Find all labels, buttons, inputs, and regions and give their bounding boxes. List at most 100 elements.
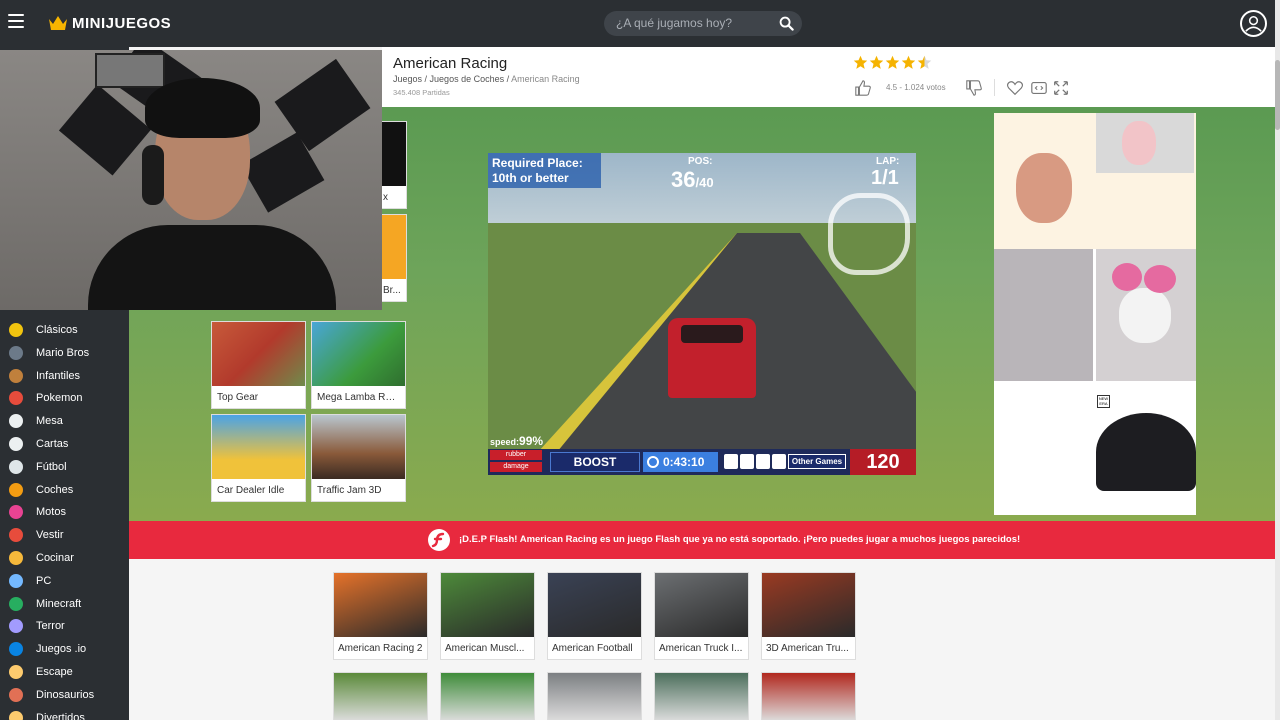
sidebar-item-terror[interactable]: Terror [0, 615, 129, 637]
sidebar-item-pc[interactable]: PC [0, 570, 129, 592]
related-game-card[interactable]: Traffic Jam 3D [311, 414, 406, 502]
user-account-icon[interactable] [1240, 10, 1267, 37]
game-card-label: x [383, 192, 388, 203]
damage-meter: damage [490, 462, 542, 472]
similar-game-card[interactable]: American Muscl... [440, 572, 535, 660]
game-thumbnail [212, 415, 305, 479]
ad-image [1144, 265, 1176, 293]
search-input[interactable] [616, 16, 776, 30]
related-game-card[interactable]: Top Gear [211, 321, 306, 409]
page-scrollbar[interactable] [1275, 0, 1280, 720]
help-icon[interactable] [756, 454, 770, 469]
sidebar-item-cartas[interactable]: Cartas [0, 433, 129, 455]
category-icon [9, 482, 23, 497]
sidebar-item-label: PC [36, 574, 52, 587]
sidebar-item-label: Terror [36, 620, 65, 633]
flash-icon [428, 529, 450, 551]
top-bar: MINIJUEGOS [0, 0, 1280, 47]
embed-code-icon[interactable] [1030, 79, 1048, 97]
sidebar-item-dinosaurios[interactable]: Dinosaurios [0, 684, 129, 706]
similar-game-card[interactable]: 3D American Tru... [761, 572, 856, 660]
position-value: 36/40 [671, 167, 714, 192]
other-games-button[interactable]: Other Games [788, 454, 846, 469]
sound-icon[interactable] [740, 454, 754, 469]
fullscreen-icon[interactable] [1052, 79, 1070, 97]
thumbs-down-icon[interactable] [965, 79, 983, 97]
star-icon[interactable] [917, 55, 932, 70]
category-icon [9, 459, 23, 474]
similar-game-card[interactable]: American Racing 2 [333, 572, 428, 660]
sidebar-item-pokemon[interactable]: Pokemon [0, 387, 129, 409]
game-canvas[interactable]: Required Place: 10th or better POS: 36/4… [488, 153, 916, 475]
category-icon [9, 665, 23, 679]
similar-game-card[interactable] [761, 672, 856, 720]
divider [994, 79, 995, 96]
game-thumbnail [378, 215, 406, 279]
similar-game-card[interactable]: American Football [547, 572, 642, 660]
sidebar-item-motos[interactable]: Motos [0, 501, 129, 523]
star-icon[interactable] [869, 55, 884, 70]
similar-game-card[interactable]: American Truck I... [654, 572, 749, 660]
sidebar-item-label: Clásicos [36, 324, 78, 336]
related-game-card[interactable]: Car Dealer Idle [211, 414, 306, 502]
sidebar-item-label: Pokemon [36, 392, 83, 405]
related-game-card[interactable]: Mega Lamba Ra... [311, 321, 406, 409]
breadcrumb-item-juegos[interactable]: Juegos [393, 74, 422, 84]
heart-icon[interactable] [1006, 79, 1024, 97]
sidebar-item-mesa[interactable]: Mesa [0, 410, 129, 432]
sidebar-item-vestir[interactable]: Vestir [0, 524, 129, 546]
star-icon[interactable] [853, 55, 868, 70]
game-card-label: American Muscl... [445, 643, 525, 654]
sidebar-item-label: Mario Bros [36, 346, 90, 359]
similar-game-card[interactable] [440, 672, 535, 720]
category-icon [9, 642, 23, 657]
sidebar-item-cocinar[interactable]: Cocinar [0, 547, 129, 569]
game-thumbnail [312, 415, 405, 479]
ad-image [1112, 263, 1142, 291]
category-icon [9, 437, 23, 451]
sidebar-item-coches[interactable]: Coches [0, 479, 129, 501]
search-icon[interactable] [779, 16, 794, 31]
menu-icon[interactable] [8, 14, 24, 30]
similar-game-card[interactable] [547, 672, 642, 720]
sidebar-item-divertidos[interactable]: Divertidos [0, 707, 129, 720]
search-box [604, 11, 802, 36]
similar-game-card[interactable] [654, 672, 749, 720]
thumbs-up-icon[interactable] [854, 79, 872, 97]
game-card-label: Car Dealer Idle [217, 485, 285, 496]
breadcrumb-item-coches[interactable]: Juegos de Coches [430, 74, 505, 84]
game-thumbnail [548, 573, 641, 637]
sidebar-item-minecraft[interactable]: Minecraft [0, 593, 129, 615]
wall-picture [95, 53, 165, 88]
boost-meter: BOOST [550, 452, 640, 472]
game-card-label: Mega Lamba Ra... [317, 392, 399, 403]
music-icon[interactable] [724, 454, 738, 469]
category-icon [9, 687, 23, 702]
sidebar-item-escape[interactable]: Escape [0, 661, 129, 683]
headset [142, 145, 164, 205]
scroll-thumb[interactable] [1275, 60, 1280, 130]
game-thumbnail [312, 322, 405, 386]
sidebar-item-mario-bros[interactable]: Mario Bros [0, 342, 129, 364]
sidebar-item-label: Motos [36, 506, 66, 519]
game-thumbnail [441, 573, 534, 637]
game-thumbnail [762, 573, 855, 637]
car-window [681, 325, 743, 343]
star-icon[interactable] [885, 55, 900, 70]
pause-icon[interactable] [772, 454, 786, 469]
category-icon [9, 414, 23, 429]
ad-panel[interactable]: NEW ERA [994, 113, 1196, 515]
sidebar-item-clásicos[interactable]: Clásicos [0, 319, 129, 341]
site-logo[interactable]: MINIJUEGOS [48, 12, 171, 34]
sidebar-item-juegos-io[interactable]: Juegos .io [0, 638, 129, 660]
star-icon[interactable] [901, 55, 916, 70]
similar-games-grid: American Racing 2 American Muscl... Americ… [129, 559, 1275, 720]
sidebar-item-infantiles[interactable]: Infantiles [0, 365, 129, 387]
ad-image [994, 249, 1093, 381]
flash-notice-banner: ¡D.E.P Flash! American Racing es un jueg… [129, 521, 1275, 559]
similar-game-card[interactable] [333, 672, 428, 720]
sidebar-item-fútbol[interactable]: Fútbol [0, 456, 129, 478]
rating-stars[interactable] [853, 55, 932, 70]
logo-text: MINIJUEGOS [72, 14, 172, 32]
track-minimap [828, 193, 910, 275]
